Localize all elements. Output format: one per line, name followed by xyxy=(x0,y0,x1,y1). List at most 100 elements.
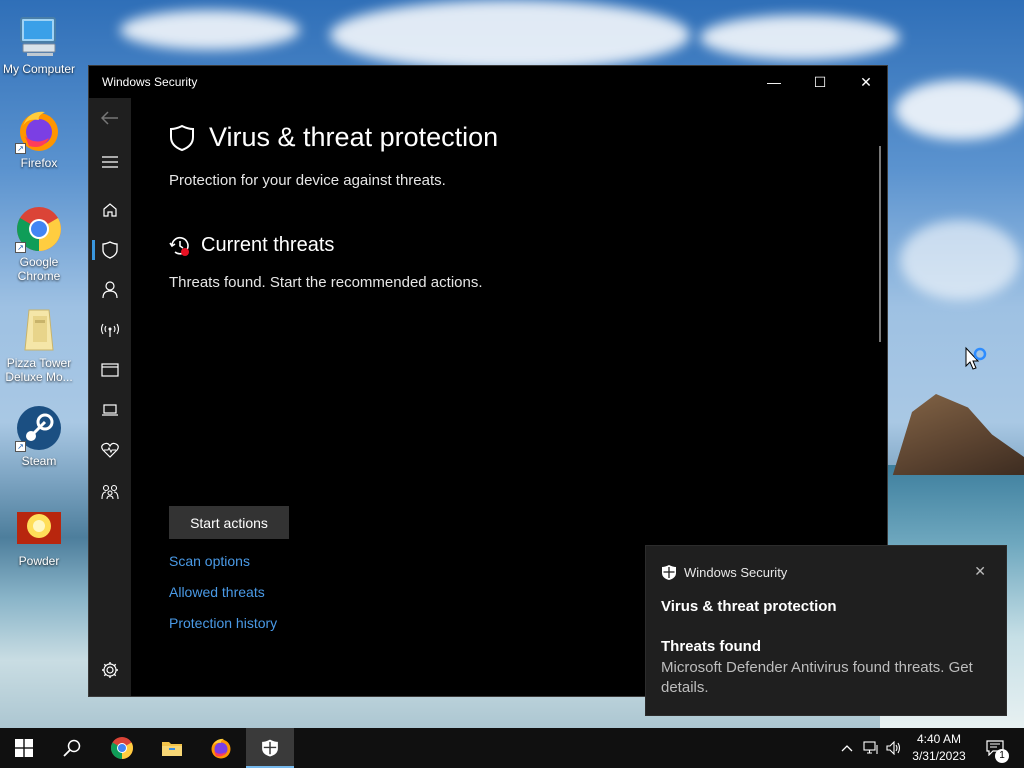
window-title: Windows Security xyxy=(102,75,198,89)
page-title-row: Virus & threat protection xyxy=(169,122,498,153)
close-icon: ✕ xyxy=(860,73,872,90)
firefox-icon xyxy=(211,738,231,759)
folder-icon xyxy=(15,306,63,354)
desktop-icon-label: My Computer xyxy=(2,62,76,76)
sidebar-item-settings[interactable] xyxy=(89,652,131,688)
toast-title: Virus & threat protection xyxy=(661,598,837,615)
show-hidden-icons-button[interactable] xyxy=(838,728,856,768)
start-windows-icon xyxy=(15,739,33,757)
heart-icon xyxy=(101,442,119,458)
minimize-icon: — xyxy=(767,74,781,90)
section-description: Threats found. Start the recommended act… xyxy=(169,274,483,291)
cloud xyxy=(900,220,1020,300)
desktop-icon-steam[interactable]: ↗ Steam xyxy=(0,404,78,468)
sidebar-item-virus-protection[interactable] xyxy=(89,232,131,268)
taskbar-file-explorer[interactable] xyxy=(148,728,196,768)
allowed-threats-link[interactable]: Allowed threats xyxy=(169,584,265,600)
desktop-icon-google-chrome[interactable]: ↗ Google Chrome xyxy=(0,205,78,283)
search-button[interactable] xyxy=(48,728,96,768)
back-button[interactable] xyxy=(89,100,131,136)
hamburger-menu-icon xyxy=(102,156,118,168)
maximize-button[interactable]: ☐ xyxy=(797,66,843,98)
page-subtitle: Protection for your device against threa… xyxy=(169,172,446,189)
sidebar-item-family-options[interactable] xyxy=(89,474,131,510)
desktop-icon-pizza-tower[interactable]: Pizza Tower Deluxe Mo... xyxy=(0,306,78,384)
steam-icon: ↗ xyxy=(15,404,63,452)
desktop-icon-powder[interactable]: Powder xyxy=(0,504,78,568)
cloud xyxy=(330,0,690,70)
wireless-icon xyxy=(101,323,119,337)
taskbar-chrome[interactable] xyxy=(98,728,146,768)
title-bar[interactable]: Windows Security — ☐ ✕ xyxy=(89,66,887,98)
toast-app-name: Windows Security xyxy=(684,565,788,580)
scrollbar[interactable] xyxy=(879,146,881,342)
desktop-icon-label: Powder xyxy=(18,554,60,568)
home-icon xyxy=(103,203,117,217)
start-actions-button[interactable]: Start actions xyxy=(169,506,289,539)
taskbar-windows-security[interactable] xyxy=(246,728,294,768)
shield-icon xyxy=(102,241,118,259)
desktop-icon-label: Steam xyxy=(21,454,57,468)
sidebar-item-device-health[interactable] xyxy=(89,432,131,468)
shortcut-arrow-icon: ↗ xyxy=(15,143,26,154)
scan-options-link[interactable]: Scan options xyxy=(169,553,250,569)
powder-icon xyxy=(15,504,63,552)
app-browser-icon xyxy=(101,363,119,377)
search-icon xyxy=(63,739,81,757)
network-button[interactable] xyxy=(860,728,882,768)
family-icon xyxy=(101,484,119,500)
network-icon xyxy=(863,741,878,754)
toast-message-body: Microsoft Defender Antivirus found threa… xyxy=(661,659,973,696)
desktop-icon-firefox[interactable]: ↗ Firefox xyxy=(0,106,78,170)
sidebar-item-app-browser[interactable] xyxy=(89,352,131,388)
chrome-icon: ↗ xyxy=(15,205,63,253)
firefox-icon: ↗ xyxy=(15,106,63,154)
desktop-icon-label: Google Chrome xyxy=(17,255,61,283)
section-title: Current threats xyxy=(201,234,335,256)
maximize-icon: ☐ xyxy=(813,73,827,90)
back-arrow-icon xyxy=(101,111,118,125)
threat-history-icon xyxy=(169,236,189,256)
volume-button[interactable] xyxy=(883,728,905,768)
shortcut-arrow-icon: ↗ xyxy=(15,242,26,253)
menu-button[interactable] xyxy=(89,144,131,180)
action-center-button[interactable]: 1 xyxy=(978,728,1012,768)
toast-notification[interactable]: Windows Security ✕ Virus & threat protec… xyxy=(645,545,1007,716)
minimize-button[interactable]: — xyxy=(751,66,797,98)
close-button[interactable]: ✕ xyxy=(843,66,889,98)
sidebar-item-device-security[interactable] xyxy=(89,392,131,428)
sidebar xyxy=(89,98,131,696)
windows-security-shield-icon xyxy=(662,565,676,580)
file-explorer-icon xyxy=(162,742,182,756)
cloud xyxy=(700,15,900,60)
sidebar-item-account[interactable] xyxy=(89,272,131,308)
start-button[interactable] xyxy=(0,728,48,768)
desktop-icon-my-computer[interactable]: My Computer xyxy=(0,12,78,76)
shortcut-arrow-icon: ↗ xyxy=(15,441,26,452)
page-title: Virus & threat protection xyxy=(209,122,499,152)
computer-icon xyxy=(15,12,63,60)
notification-count-badge: 1 xyxy=(995,749,1009,763)
chrome-icon xyxy=(111,737,133,759)
desktop-icon-label: Pizza Tower Deluxe Mo... xyxy=(5,356,73,384)
windows-security-icon xyxy=(262,739,278,757)
sidebar-item-home[interactable] xyxy=(89,192,131,228)
section-title-row: Current threats xyxy=(169,234,334,257)
desktop-icon-label: Firefox xyxy=(20,156,58,170)
shield-icon xyxy=(170,124,194,151)
clock-date: 3/31/2023 xyxy=(912,749,966,763)
person-icon xyxy=(102,281,118,299)
settings-gear-icon xyxy=(102,662,118,678)
protection-history-link[interactable]: Protection history xyxy=(169,615,277,631)
sidebar-item-firewall[interactable] xyxy=(89,312,131,348)
laptop-icon xyxy=(102,404,118,416)
rock-background xyxy=(892,394,1024,475)
taskbar-firefox[interactable] xyxy=(197,728,245,768)
toast-message-title: Threats found xyxy=(661,638,761,655)
cloud xyxy=(120,10,300,50)
toast-close-button[interactable]: ✕ xyxy=(974,563,986,580)
clock[interactable]: 4:40 AM 3/31/2023 xyxy=(905,731,973,765)
cloud xyxy=(895,80,1024,140)
volume-icon xyxy=(886,741,901,755)
clock-time: 4:40 AM xyxy=(916,732,962,746)
